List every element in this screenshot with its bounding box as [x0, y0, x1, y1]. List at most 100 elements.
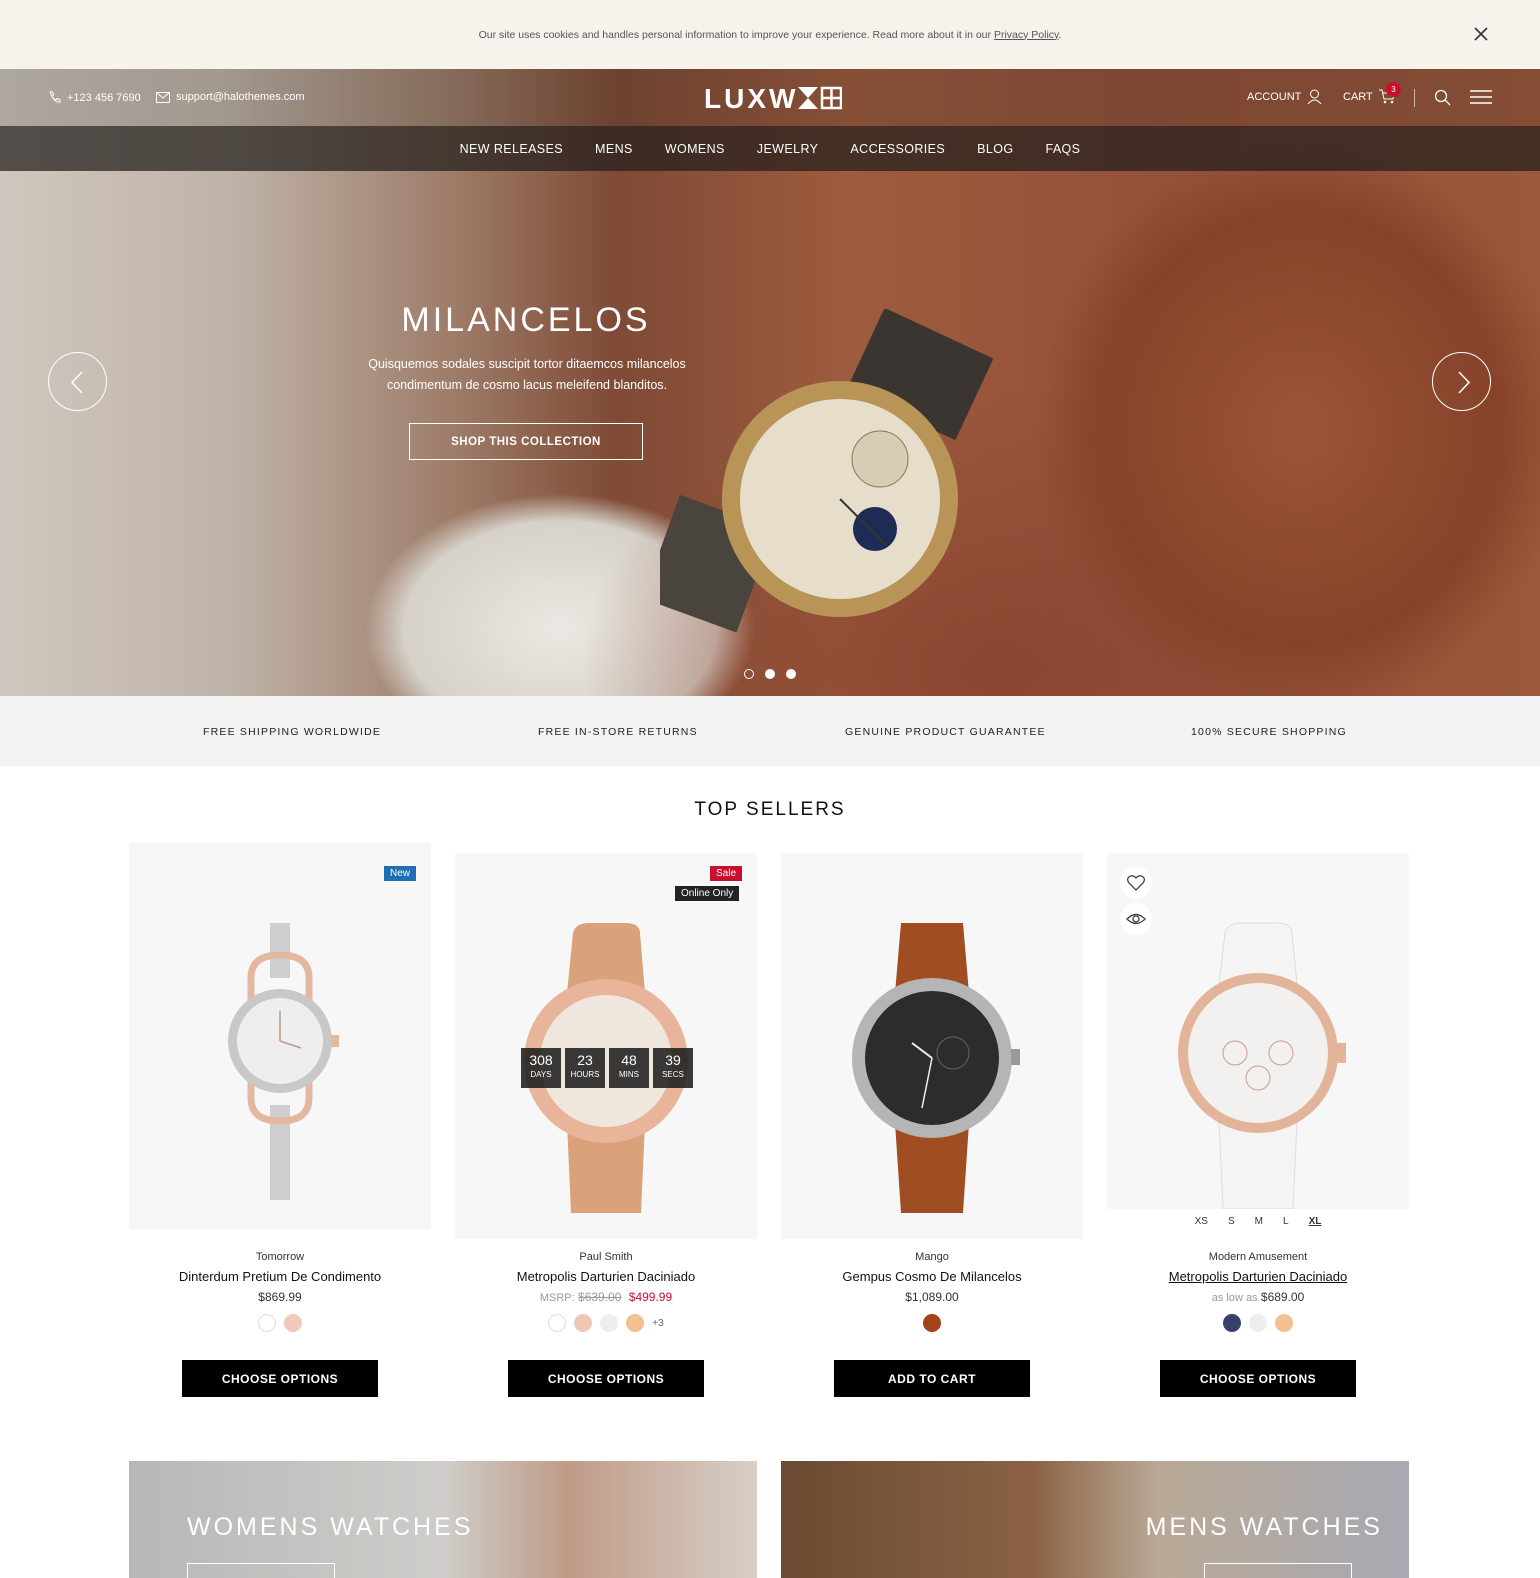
- logo-mark-icon: [798, 86, 843, 110]
- heart-icon: [1126, 875, 1146, 891]
- product-image[interactable]: [1107, 853, 1409, 1209]
- product-title[interactable]: Gempus Cosmo De Milancelos: [781, 1269, 1083, 1284]
- wishlist-button[interactable]: [1120, 867, 1152, 899]
- product-title[interactable]: Metropolis Darturien Daciniado: [1107, 1269, 1409, 1284]
- mens-watches-banner[interactable]: MENS WATCHES: [781, 1461, 1409, 1578]
- product-image[interactable]: Sale Online Only 308 DAYS 23 HOURS 48 MINS …: [455, 853, 757, 1239]
- size-s[interactable]: S: [1228, 1216, 1235, 1227]
- countdown-mins: 48 MINS: [609, 1048, 649, 1088]
- site-logo[interactable]: LUXW: [704, 83, 843, 115]
- swatch-gold[interactable]: [1275, 1314, 1293, 1332]
- new-badge: New: [384, 866, 417, 881]
- feature-guarantee: GENUINE PRODUCT GUARANTEE: [845, 726, 1046, 738]
- hero-subtitle: Quisquemos sodales suscipit tortor ditae…: [368, 357, 686, 392]
- slide-dot-1[interactable]: [744, 669, 754, 679]
- hero-title: MILANCELOS: [401, 301, 651, 339]
- product-vendor: Mango: [915, 1251, 949, 1263]
- quick-view-button[interactable]: [1120, 903, 1152, 935]
- more-swatches[interactable]: +3: [652, 1318, 663, 1329]
- swatch-white[interactable]: [258, 1314, 276, 1332]
- nav-item-jewelry[interactable]: JEWELRY: [757, 142, 819, 156]
- price-prefix: as low as: [1211, 1292, 1258, 1304]
- features-bar: FREE SHIPPING WORLDWIDE FREE IN-STORE RE…: [0, 696, 1540, 766]
- cookie-text: Our site uses cookies and handles person…: [478, 28, 1062, 41]
- product-image[interactable]: [781, 853, 1083, 1239]
- swatch-navy[interactable]: [1223, 1314, 1241, 1332]
- feature-returns: FREE IN-STORE RETURNS: [538, 726, 698, 738]
- product-price: MSRP: $639.00 $499.99: [455, 1290, 757, 1304]
- slide-dots: [744, 669, 796, 679]
- swatch-white[interactable]: [548, 1314, 567, 1332]
- add-to-cart-button[interactable]: ADD TO CART: [834, 1360, 1030, 1397]
- swatch-rose[interactable]: [574, 1314, 593, 1332]
- product-card: New Tomorrow Dinterdum Pretium De Condim…: [129, 843, 431, 1397]
- countdown-days: 308 DAYS: [521, 1048, 561, 1088]
- swatch-white[interactable]: [1249, 1314, 1267, 1332]
- close-icon[interactable]: [1470, 23, 1492, 45]
- nav-item-blog[interactable]: BLOG: [977, 142, 1013, 156]
- product-price: $869.99: [258, 1290, 302, 1304]
- sale-badge: Sale: [710, 866, 743, 881]
- search-icon[interactable]: [1434, 89, 1451, 106]
- phone-contact[interactable]: +123 456 7690: [48, 91, 141, 104]
- slide-dot-2[interactable]: [765, 669, 775, 679]
- size-xl[interactable]: XL: [1309, 1216, 1322, 1227]
- size-m[interactable]: M: [1255, 1216, 1263, 1227]
- banner-title: MENS WATCHES: [1145, 1513, 1383, 1541]
- product-card: XS S M L XL Modern Amusement Metropolis …: [1107, 843, 1409, 1397]
- chevron-right-icon: [1458, 371, 1471, 394]
- shop-collection-button[interactable]: SHOP THIS COLLECTION: [409, 423, 643, 460]
- product-image[interactable]: New: [129, 843, 431, 1229]
- swatch-silver[interactable]: [600, 1314, 619, 1332]
- nav-item-accessories[interactable]: ACCESSORIES: [850, 142, 945, 156]
- product-card: Mango Gempus Cosmo De Milancelos $1,089.…: [781, 843, 1083, 1397]
- swatch-brown[interactable]: [923, 1314, 941, 1332]
- prev-slide-button[interactable]: [48, 352, 107, 411]
- main-nav: NEW RELEASES MENS WOMENS JEWELRY ACCESSO…: [0, 126, 1540, 171]
- product-title[interactable]: Metropolis Darturien Daciniado: [455, 1269, 757, 1284]
- color-swatches: +3: [455, 1314, 757, 1332]
- banner-button[interactable]: [1204, 1563, 1352, 1578]
- user-icon: [1308, 89, 1322, 105]
- color-swatches: [1107, 1314, 1409, 1332]
- nav-item-mens[interactable]: MENS: [595, 142, 633, 156]
- section-title: TOP SELLERS: [694, 799, 846, 820]
- swatch-gold[interactable]: [626, 1314, 645, 1332]
- countdown-timer: 308 DAYS 23 HOURS 48 MINS 39 SECS: [521, 1048, 693, 1088]
- slide-dot-3[interactable]: [786, 669, 796, 679]
- choose-options-button[interactable]: CHOOSE OPTIONS: [182, 1360, 378, 1397]
- msrp-price: $639.00: [578, 1290, 622, 1304]
- nav-item-faqs[interactable]: FAQS: [1045, 142, 1080, 156]
- countdown-hours: 23 HOURS: [565, 1048, 605, 1088]
- choose-options-button[interactable]: CHOOSE OPTIONS: [508, 1360, 704, 1397]
- hero-watch-image: [660, 309, 994, 633]
- cookie-bar: Our site uses cookies and handles person…: [0, 0, 1540, 69]
- menu-icon[interactable]: [1470, 89, 1492, 105]
- watch-image: [524, 923, 688, 1213]
- product-vendor: Paul Smith: [579, 1251, 633, 1263]
- product-price: $1,089.00: [905, 1290, 959, 1304]
- product-price: as low as $689.00: [1107, 1290, 1409, 1304]
- email-contact[interactable]: support@halothemes.com: [156, 91, 305, 103]
- product-title[interactable]: Dinterdum Pretium De Condimento: [129, 1269, 431, 1284]
- account-link[interactable]: ACCOUNT: [1247, 89, 1322, 105]
- msrp-label: MSRP:: [539, 1292, 575, 1304]
- privacy-policy-link[interactable]: Privacy Policy: [994, 29, 1059, 41]
- choose-options-button[interactable]: CHOOSE OPTIONS: [1160, 1360, 1356, 1397]
- countdown-secs: 39 SECS: [653, 1048, 693, 1088]
- banner-title: WOMENS WATCHES: [187, 1513, 474, 1541]
- womens-watches-banner[interactable]: WOMENS WATCHES: [129, 1461, 757, 1578]
- size-xs[interactable]: XS: [1195, 1216, 1208, 1227]
- online-only-badge: Online Only: [675, 886, 740, 901]
- color-swatches: [129, 1314, 431, 1332]
- product-card: Sale Online Only 308 DAYS 23 HOURS 48 MINS …: [455, 843, 757, 1397]
- swatch-rose[interactable]: [284, 1314, 302, 1332]
- chevron-left-icon: [70, 371, 83, 394]
- watch-image: [1178, 922, 1346, 1209]
- banner-button[interactable]: [187, 1563, 335, 1578]
- nav-item-womens[interactable]: WOMENS: [665, 142, 725, 156]
- next-slide-button[interactable]: [1432, 352, 1491, 411]
- nav-item-new-releases[interactable]: NEW RELEASES: [460, 142, 563, 156]
- header-divider: [1414, 89, 1415, 107]
- size-l[interactable]: L: [1283, 1216, 1289, 1227]
